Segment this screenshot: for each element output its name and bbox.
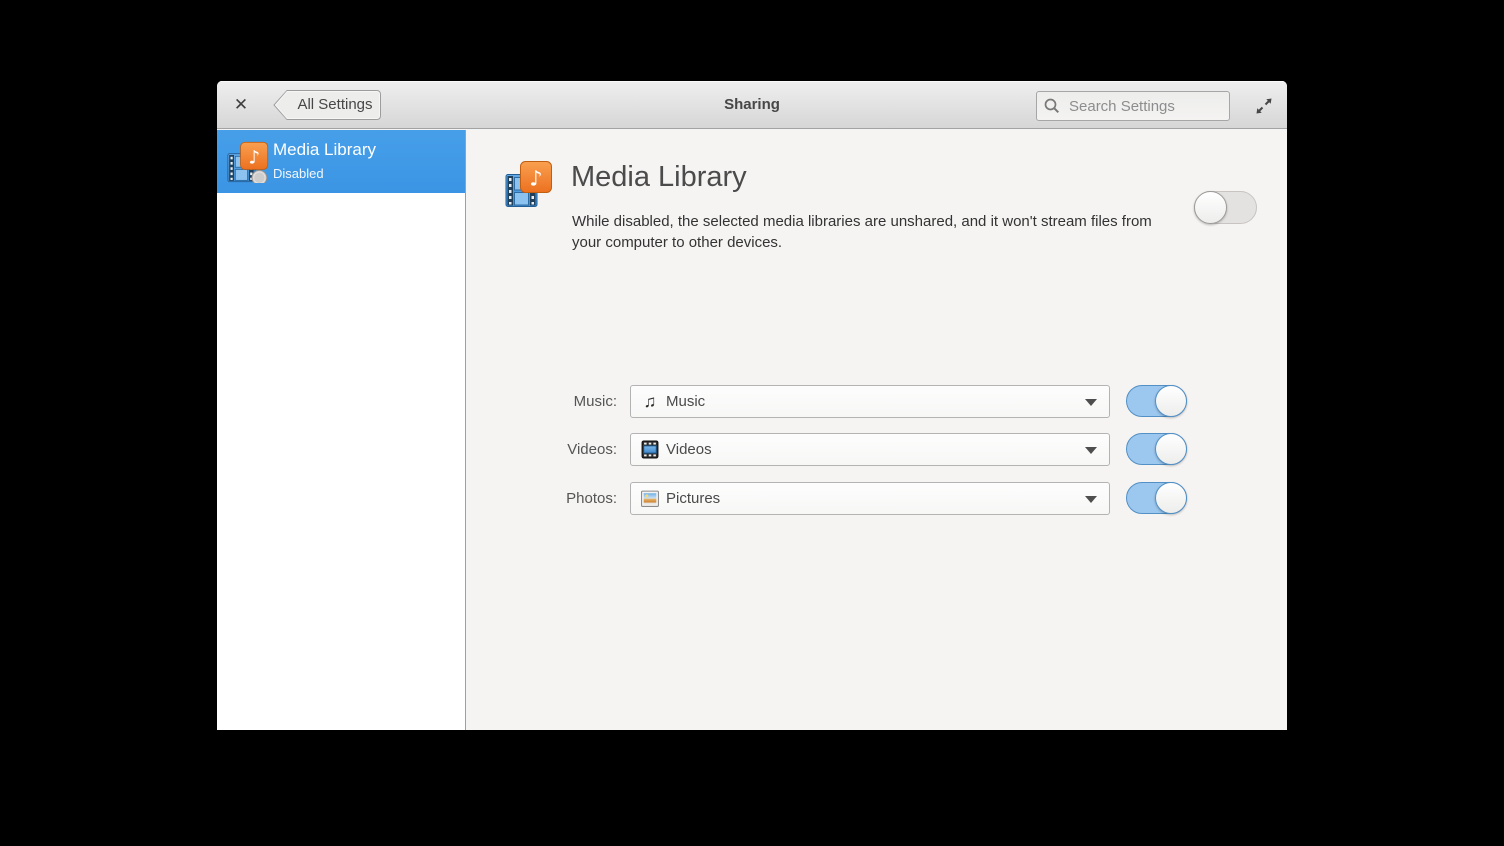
search-input[interactable] [1036, 91, 1230, 121]
photos-row: Photos: Pictures [217, 482, 1287, 515]
sidebar-item-title: Media Library [273, 140, 376, 159]
media-library-master-toggle[interactable] [1194, 191, 1257, 224]
videos-share-toggle[interactable] [1126, 433, 1187, 465]
videos-row: Videos: Videos [217, 433, 1287, 466]
section-title: Media Library [571, 161, 747, 193]
music-folder-dropdown[interactable]: ♫ Music [630, 385, 1110, 418]
settings-window: ✕ All Settings Sharing Search Settings M… [217, 81, 1287, 730]
toggle-knob [1194, 191, 1227, 224]
videos-row-label: Videos: [567, 441, 617, 458]
search-field-wrap [1036, 91, 1230, 121]
chevron-down-icon [1085, 447, 1097, 454]
sidebar-item-media-library[interactable]: Media Library Disabled [217, 130, 465, 193]
toggle-knob [1155, 433, 1187, 465]
close-icon[interactable]: ✕ [227, 91, 255, 119]
music-row: Music: ♫ Music [217, 385, 1287, 418]
videos-folder-dropdown[interactable]: Videos [630, 433, 1110, 466]
music-dropdown-value: Music [666, 393, 706, 410]
media-library-icon [505, 161, 552, 207]
photos-row-label: Photos: [566, 490, 617, 507]
toggle-knob [1155, 385, 1187, 417]
sidebar-item-status: Disabled [273, 166, 324, 181]
chevron-down-icon [1085, 399, 1097, 406]
media-library-icon [227, 141, 269, 183]
search-icon [1044, 98, 1060, 114]
video-filmstrip-icon [641, 440, 659, 459]
chevron-down-icon [1085, 496, 1097, 503]
section-description: While disabled, the selected media libra… [572, 213, 1152, 251]
music-share-toggle[interactable] [1126, 385, 1187, 417]
maximize-icon[interactable] [1253, 95, 1275, 117]
back-button-label: All Settings [297, 96, 373, 113]
music-note-icon: ♫ [643, 392, 657, 411]
headerbar: ✕ All Settings Sharing [217, 81, 1287, 129]
photo-icon [641, 490, 659, 507]
toggle-knob [1155, 482, 1187, 514]
photos-folder-dropdown[interactable]: Pictures [630, 482, 1110, 515]
photos-dropdown-value: Pictures [666, 490, 721, 507]
music-row-label: Music: [573, 393, 617, 410]
videos-dropdown-value: Videos [666, 441, 712, 458]
photos-share-toggle[interactable] [1126, 482, 1187, 514]
sidebar: Media Library Disabled [217, 130, 466, 730]
all-settings-back-button[interactable]: All Settings [273, 90, 381, 120]
